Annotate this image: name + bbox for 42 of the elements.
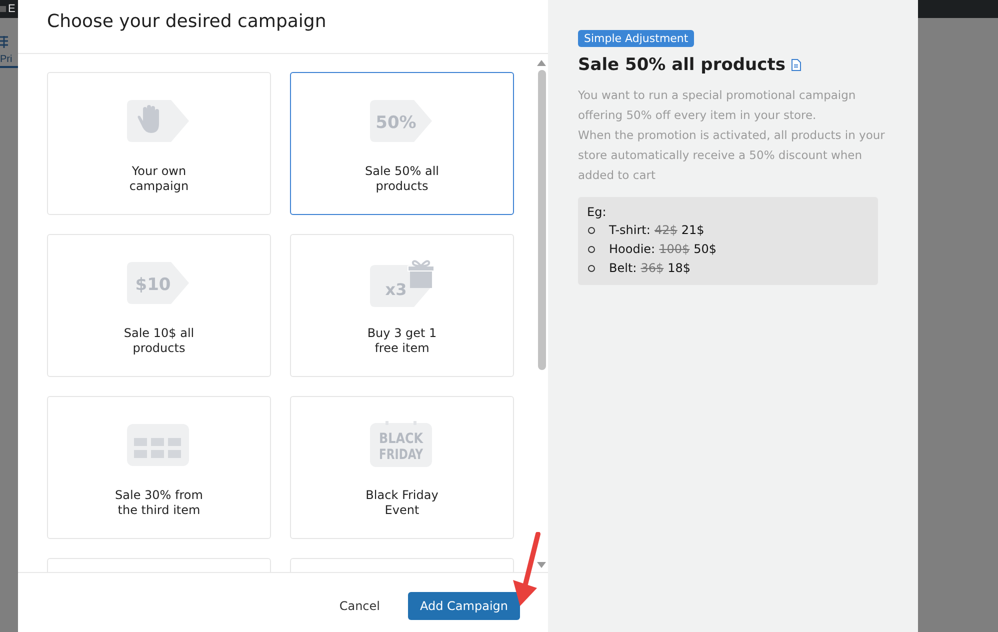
old-price: 36$: [640, 260, 664, 277]
campaign-card[interactable]: $10 Sale 10$ all products: [47, 234, 271, 377]
campaign-label: Buy 3 get 1 free item: [366, 326, 438, 356]
campaign-label: Sale 30% from the third item: [114, 488, 204, 518]
table-icon: [127, 421, 191, 469]
new-price: 18$: [668, 260, 691, 277]
campaign-label: Your own campaign: [128, 164, 190, 194]
bullet-icon: [588, 265, 595, 272]
campaign-title: Sale 50% all products: [578, 55, 786, 75]
campaign-card[interactable]: x3 Buy 3 get 1 free item: [290, 234, 514, 377]
item-label: T-shirt:: [609, 222, 650, 239]
type-badge: Simple Adjustment: [578, 30, 694, 47]
add-campaign-button[interactable]: Add Campaign: [408, 592, 520, 620]
cancel-link[interactable]: Cancel: [339, 598, 380, 612]
old-price: 42$: [654, 222, 678, 239]
description-text: You want to run a special promotional campaign offering 50% off every item in your store.: [578, 87, 857, 124]
scrollbar-thumb[interactable]: [538, 70, 546, 370]
hand-tag-icon: [127, 97, 191, 145]
scroll-up-icon[interactable]: [537, 60, 546, 66]
scroll-down-icon[interactable]: [537, 562, 546, 568]
price-tag-icon: $10: [127, 259, 191, 307]
campaign-label: Sale 10$ all products: [122, 326, 196, 356]
dialog-title: Choose your desired campaign: [47, 11, 328, 32]
price-tag-icon: 50%: [370, 97, 434, 145]
bullet-icon: [588, 227, 595, 234]
example-heading: Eg:: [587, 204, 608, 221]
description-text: When the promotion is activated, all products in your store automatically receive a 50% discount when added to cart: [578, 127, 886, 184]
campaign-label: Black Friday Event: [364, 488, 440, 518]
campaign-card[interactable]: 50% Sale 50% all products: [290, 72, 514, 215]
campaign-card[interactable]: Your own campaign: [47, 72, 271, 215]
sale-event-icon: BLACK FRIDAY: [370, 421, 434, 469]
campaign-card[interactable]: BLACK FRIDAY Black Friday Event: [290, 396, 514, 539]
document-icon[interactable]: [791, 59, 802, 71]
item-label: Hoodie:: [609, 241, 656, 258]
item-label: Belt:: [609, 260, 637, 277]
campaign-card[interactable]: Sale 30% from the third item: [47, 396, 271, 539]
campaign-label: Sale 50% all products: [364, 164, 440, 194]
admin-bar-text: E: [8, 3, 16, 15]
new-price: 50$: [694, 241, 717, 258]
bullet-icon: [588, 246, 595, 253]
new-price: 21$: [681, 222, 704, 239]
old-price: 100$: [659, 241, 690, 258]
